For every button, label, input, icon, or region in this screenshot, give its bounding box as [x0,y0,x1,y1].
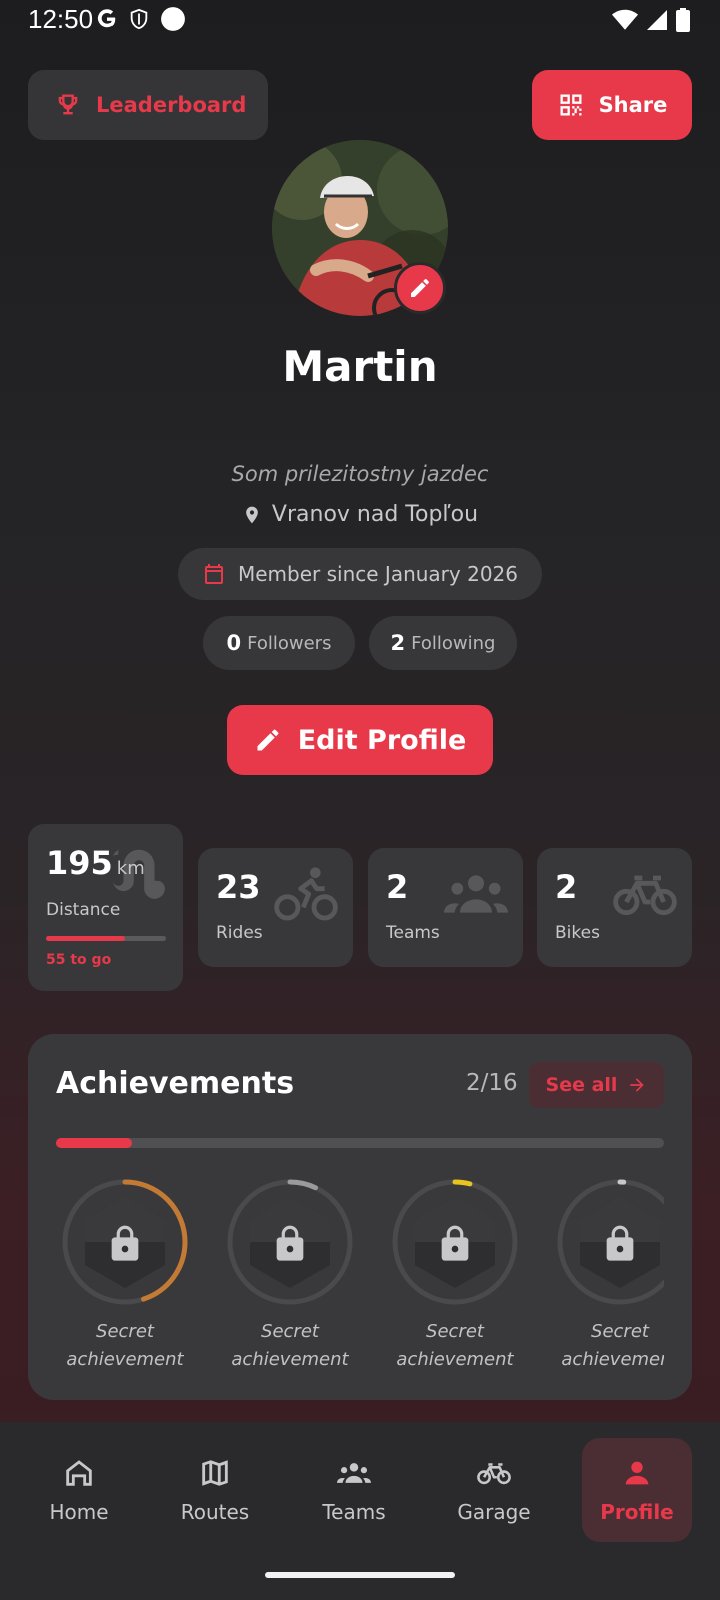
achievement-label: Secret achievement [66,1321,184,1370]
google-icon [97,9,116,28]
cyclist-icon [274,867,338,921]
achievement-badge[interactable]: Secret achievement [56,1178,194,1388]
nav-home-label: Home [49,1500,109,1524]
pencil-icon [257,729,279,751]
share-button[interactable]: Share [532,70,692,140]
rides-label: Rides [216,923,263,943]
calendar-icon [204,564,223,584]
achievement-label: Secret achievement [396,1321,514,1370]
arrow-right-icon [630,1078,645,1092]
status-right-icons [612,8,690,32]
leaderboard-label: Leaderboard [96,93,247,117]
edit-profile-label: Edit Profile [297,724,467,756]
achievement-badge[interactable]: Secret achievement [221,1178,359,1388]
profile-location: Vranov nad Topľou [0,502,720,527]
lock-icon [441,1225,469,1261]
stat-card-bikes[interactable]: 2 Bikes [537,848,692,967]
leaderboard-button[interactable]: Leaderboard [28,70,268,140]
qr-code-icon [560,94,582,116]
nav-garage[interactable]: Garage [439,1438,549,1542]
circle-icon [161,7,185,31]
achievement-label: Secret achievement [561,1321,664,1370]
rides-value: 23 [216,868,261,906]
achievements-list: Secret achievement Secret achievement Se… [56,1178,664,1388]
nav-routes[interactable]: Routes [160,1438,270,1542]
groups-icon [444,875,508,913]
see-all-button[interactable]: See all [529,1062,664,1108]
share-label: Share [598,93,668,117]
wifi-icon [612,9,638,30]
lock-icon [111,1225,139,1261]
status-time: 12:50 [28,4,94,34]
edit-profile-button[interactable]: Edit Profile [227,705,493,775]
distance-progress-fill [46,936,126,941]
distance-progress [46,936,166,941]
member-since-text: Member since January 2026 [237,562,518,586]
groups-icon [337,1463,371,1483]
following-count: 2 [390,631,406,655]
distance-label: Distance [46,900,121,920]
bike-icon [477,1463,511,1485]
stat-card-distance[interactable]: 195 km Distance 55 to go [28,824,183,991]
location-text: Vranov nad Topľou [271,502,479,527]
followers-pill[interactable]: 0 Followers [203,616,355,670]
nav-home[interactable]: Home [24,1438,134,1542]
stat-card-teams[interactable]: 2 Teams [368,848,523,967]
signal-icon [647,10,667,30]
following-pill[interactable]: 2 Following [369,616,517,670]
distance-value: 195 [46,844,113,882]
achievements-progress [56,1138,664,1148]
nav-teams-label: Teams [322,1500,386,1524]
nav-garage-label: Garage [457,1500,531,1524]
followers-label: Followers [247,632,332,654]
following-label: Following [411,632,496,654]
teams-value: 2 [386,868,409,906]
nav-teams[interactable]: Teams [299,1438,409,1542]
achievements-progress-fill [56,1138,132,1148]
map-icon [202,1460,228,1486]
shield-icon [130,8,148,30]
lock-icon [606,1225,634,1261]
bikes-value: 2 [555,868,578,906]
achievements-card: Achievements 2/16 See all Secret achieve… [28,1034,692,1400]
pencil-icon [411,279,429,297]
nav-profile-label: Profile [600,1500,674,1524]
status-left-icons [96,6,186,32]
person-icon [625,1461,649,1485]
bike-icon [613,875,677,916]
profile-name: Martin [282,342,438,391]
nav-routes-label: Routes [180,1500,250,1524]
home-indicator[interactable] [265,1572,455,1578]
achievement-badge[interactable]: Secret achievement [386,1178,524,1388]
profile-bio: Som prilezitostny jazdec [231,462,489,486]
achievements-count: 2/16 [466,1070,518,1096]
achievement-label: Secret achievement [231,1321,349,1370]
lock-icon [276,1225,304,1261]
battery-icon [676,8,690,32]
achievement-badge[interactable]: Secret achievement [551,1178,664,1388]
teams-label: Teams [386,923,440,943]
edit-avatar-button[interactable] [394,262,446,314]
member-since-pill: Member since January 2026 [178,548,542,600]
bikes-label: Bikes [555,923,600,943]
see-all-label: See all [545,1074,618,1096]
trophy-icon [58,94,78,115]
distance-to-go: 55 to go [46,952,112,968]
stat-card-rides[interactable]: 23 Rides [198,848,353,967]
location-pin-icon [246,506,258,523]
followers-count: 0 [226,631,242,655]
distance-unit: km [116,858,145,879]
achievements-title: Achievements [56,1066,295,1101]
nav-profile[interactable]: Profile [582,1438,692,1542]
home-icon [66,1460,92,1486]
